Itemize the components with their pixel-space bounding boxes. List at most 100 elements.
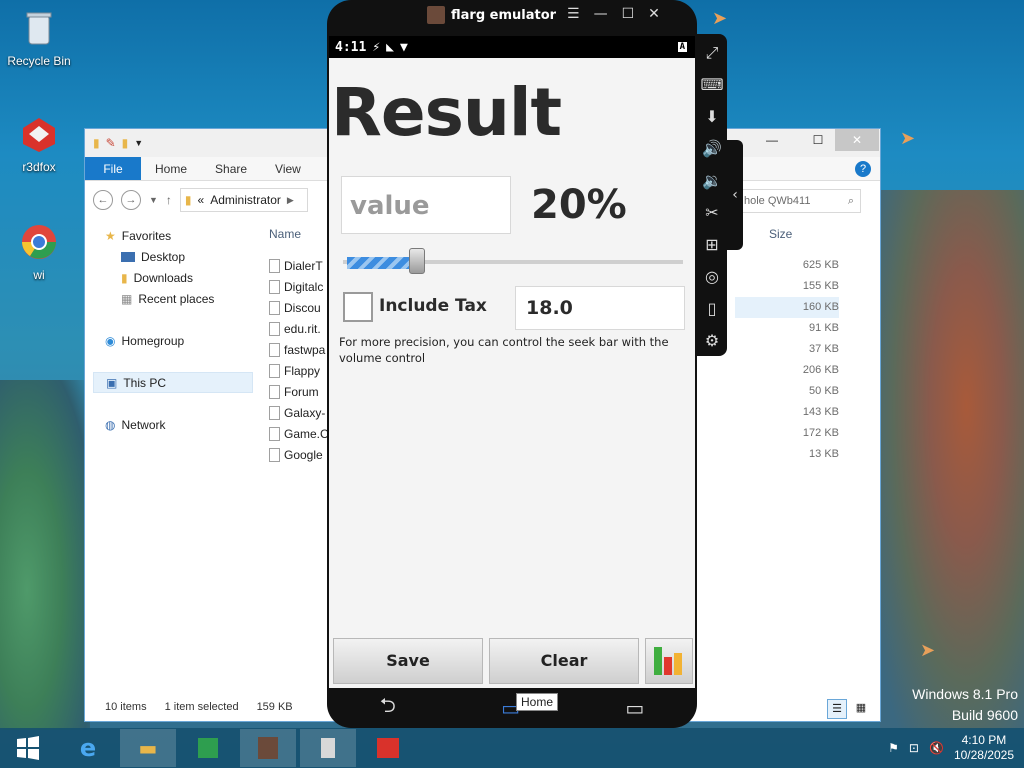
close-button[interactable]: ✕: [648, 6, 660, 22]
include-tax-checkbox[interactable]: [343, 292, 373, 322]
nav-network[interactable]: ◍ Network: [93, 414, 253, 435]
fish-decoration: ➤: [900, 128, 916, 149]
chrome-icon: [22, 225, 56, 259]
address-prefix: «: [197, 193, 205, 207]
chevron-down-icon[interactable]: ▼: [134, 138, 143, 148]
nav-this-pc[interactable]: ▣ This PC: [93, 372, 253, 393]
tab-file[interactable]: File: [85, 157, 141, 180]
file-row[interactable]: Discou: [269, 297, 335, 318]
properties-icon[interactable]: ✎: [106, 136, 116, 150]
fullscreen-icon[interactable]: ⤢: [706, 40, 719, 65]
new-folder-icon[interactable]: ▮: [122, 136, 129, 150]
save-button[interactable]: Save: [333, 638, 483, 684]
file-row[interactable]: Forum: [269, 381, 335, 402]
tax-rate-input[interactable]: 18.0: [515, 286, 685, 330]
document-icon: [269, 384, 280, 399]
android-screen: 4:11 ⚡ ◣ ▼ A Result value 20% Include Ta…: [329, 36, 695, 688]
taskbar-store[interactable]: [180, 729, 236, 767]
up-button[interactable]: ↑: [166, 193, 172, 207]
nav-favorites[interactable]: ★ Favorites: [93, 225, 253, 246]
file-row[interactable]: Game.C: [269, 423, 335, 444]
percent-seek-bar[interactable]: [343, 248, 683, 280]
file-size: 13 KB: [809, 448, 839, 460]
volume-muted-icon[interactable]: 🔇: [929, 741, 944, 755]
tab-view[interactable]: View: [261, 157, 315, 180]
search-placeholder: hole QWb411: [744, 195, 811, 207]
homegroup-icon: ◉: [105, 333, 116, 348]
flarg-emulator-icon: [258, 737, 278, 759]
start-button[interactable]: [0, 729, 56, 767]
volume-up-icon[interactable]: 🔊: [702, 136, 722, 161]
volume-down-icon[interactable]: 🔉: [702, 168, 722, 193]
clear-button[interactable]: Clear: [489, 638, 639, 684]
minimize-button[interactable]: —: [594, 6, 608, 22]
file-row[interactable]: edu.rit.: [269, 318, 335, 339]
status-time: 4:11: [335, 39, 367, 55]
column-header-name[interactable]: Name: [269, 227, 301, 241]
network-icon[interactable]: ⊡: [909, 741, 919, 755]
screenshot-scissors-icon[interactable]: ✂: [705, 200, 718, 225]
file-row[interactable]: Galaxy-: [269, 402, 335, 423]
recent-apps-icon[interactable]: ▭: [625, 696, 644, 720]
close-button[interactable]: ✕: [835, 129, 879, 151]
file-size: 625 KB: [802, 259, 839, 271]
column-header-size[interactable]: Size: [769, 227, 792, 241]
file-size: 155 KB: [802, 280, 839, 292]
document-icon: [269, 258, 280, 273]
forward-button[interactable]: →: [121, 190, 141, 210]
desktop-icon-chrome[interactable]: wi: [1, 222, 77, 282]
desktop-icon-r3dfox[interactable]: r3dfox: [1, 114, 77, 174]
add-window-icon[interactable]: ⊞: [705, 232, 718, 257]
taskbar-file-explorer[interactable]: ▬: [120, 729, 176, 767]
taskbar: e ▬ ⚑ ⊡ 🔇 4:10 PM 10/28/2025: [0, 728, 1024, 768]
taskbar-flarg-emulator[interactable]: [240, 729, 296, 767]
back-icon[interactable]: ⮌: [380, 691, 396, 725]
collapse-toolbar-arrow[interactable]: ‹: [727, 140, 743, 250]
value-input[interactable]: value: [341, 176, 511, 234]
tab-home[interactable]: Home: [141, 157, 201, 180]
chart-button[interactable]: [645, 638, 693, 684]
taskbar-internet-explorer[interactable]: e: [60, 729, 116, 767]
file-row[interactable]: DialerT: [269, 255, 335, 276]
keyboard-icon[interactable]: ⌨: [700, 72, 723, 97]
back-button[interactable]: ←: [93, 190, 113, 210]
install-apk-icon[interactable]: ⬇: [705, 104, 718, 129]
address-bar[interactable]: ▮ « Administrator ▶: [179, 188, 308, 212]
recent-locations-dropdown[interactable]: ▼: [149, 195, 158, 205]
nav-homegroup[interactable]: ◉ Homegroup: [93, 330, 253, 351]
help-icon[interactable]: ?: [855, 161, 871, 177]
action-center-flag-icon[interactable]: ⚑: [888, 741, 899, 755]
taskbar-clock[interactable]: 4:10 PM 10/28/2025: [954, 733, 1014, 763]
nav-desktop[interactable]: Desktop: [93, 246, 253, 267]
nav-downloads[interactable]: ▮ Downloads: [93, 267, 253, 288]
document-icon: [269, 426, 280, 441]
android-status-bar: 4:11 ⚡ ◣ ▼ A: [329, 36, 695, 58]
large-icons-view-button[interactable]: ▦: [851, 699, 871, 719]
tab-share[interactable]: Share: [201, 157, 261, 180]
status-selected: 1 item selected: [164, 701, 239, 713]
details-view-button[interactable]: ☰: [827, 699, 847, 719]
settings-gear-icon[interactable]: ⚙: [705, 328, 719, 353]
shake-icon[interactable]: ▯: [708, 296, 717, 321]
file-row[interactable]: Digitalc: [269, 276, 335, 297]
minimize-button[interactable]: —: [757, 129, 787, 151]
status-bar: 10 items 1 item selected 159 KB: [105, 701, 293, 713]
search-input[interactable]: hole QWb411 ⌕: [737, 189, 861, 213]
file-row[interactable]: Flappy: [269, 360, 335, 381]
document-icon: [269, 405, 280, 420]
location-icon[interactable]: ◎: [705, 264, 719, 289]
file-row[interactable]: Google: [269, 444, 335, 465]
taskbar-r3dfox[interactable]: [360, 729, 416, 767]
taskbar-app[interactable]: [300, 729, 356, 767]
seek-thumb[interactable]: [409, 248, 425, 274]
maximize-button[interactable]: ☐: [803, 129, 833, 151]
file-size: 91 KB: [809, 322, 839, 334]
document-icon: [269, 279, 280, 294]
notification-a-icon: A: [677, 42, 687, 52]
folder-icon: ▮: [93, 136, 100, 150]
desktop-icon-recycle-bin[interactable]: Recycle Bin: [1, 8, 77, 68]
menu-icon[interactable]: ☰: [567, 6, 580, 22]
nav-recent-places[interactable]: ▦ Recent places: [93, 288, 253, 309]
maximize-button[interactable]: ☐: [622, 6, 635, 22]
file-row[interactable]: fastwpa: [269, 339, 335, 360]
